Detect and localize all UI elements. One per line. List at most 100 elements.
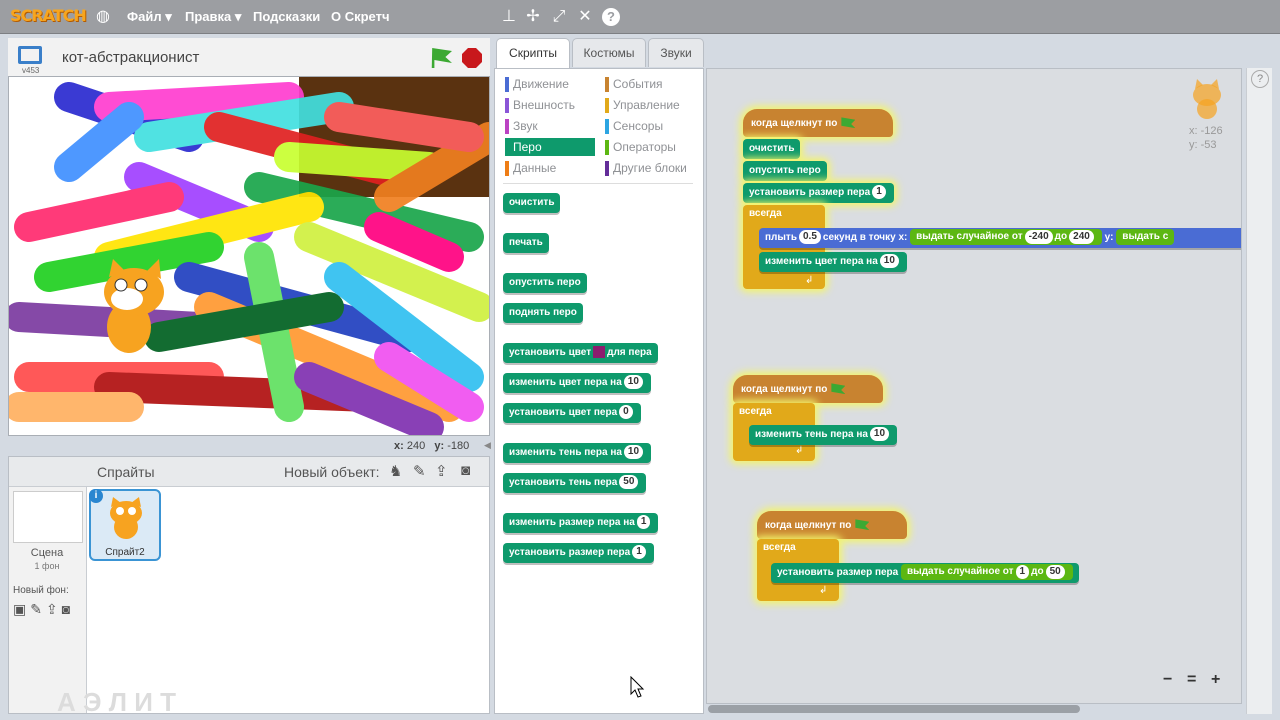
new-object-label: Новый объект:	[284, 464, 380, 480]
shrink-icon[interactable]: ✕	[576, 8, 594, 26]
stage-canvas[interactable]	[8, 76, 490, 436]
scene-thumbnail[interactable]	[13, 491, 83, 543]
block-set-pen-color-to[interactable]: установить цвет пера 0	[503, 403, 641, 423]
menu-about[interactable]: О Скретч	[331, 9, 390, 24]
sprite-x: x: -126	[1189, 125, 1223, 137]
tab-scripts[interactable]: Скрипты	[496, 38, 570, 69]
divider	[503, 183, 693, 184]
category-operators[interactable]: Операторы	[605, 138, 700, 156]
version-label: v453	[22, 66, 40, 75]
scene-label: Сцена	[30, 547, 64, 559]
category-sensing[interactable]: Сенсоры	[605, 117, 700, 135]
scroll-thumb[interactable]	[708, 705, 1080, 713]
when-flag-clicked-hat[interactable]: когда щелкнут по	[743, 109, 893, 137]
block-stamp[interactable]: печать	[503, 233, 549, 253]
tab-costumes[interactable]: Костюмы	[572, 38, 646, 67]
when-flag-clicked-hat-2[interactable]: когда щелкнут по	[733, 375, 883, 403]
menu-bar: SCRATCH ◍ Файл ▾ Правка ▾ Подсказки О Ск…	[0, 0, 1280, 34]
block-change-pen-color[interactable]: изменить цвет пера на 10	[759, 252, 907, 272]
category-looks[interactable]: Внешность	[505, 96, 595, 114]
green-flag-icon	[831, 383, 846, 395]
block-set-pen-size[interactable]: установить размер пера 1	[503, 543, 654, 563]
loop-arrow-icon: ↲	[795, 445, 804, 456]
loop-arrow-icon: ↲	[819, 585, 828, 596]
green-flag-icon[interactable]	[431, 48, 452, 68]
green-flag-icon	[841, 117, 856, 129]
zoom-reset-icon[interactable]: =	[1187, 671, 1196, 689]
stop-icon[interactable]	[462, 48, 482, 68]
stamp-icon[interactable]: ⊥	[500, 8, 518, 26]
scene-column: Сцена 1 фон Новый фон: ▣✎⇪◙ А Э Л И Т	[9, 487, 176, 717]
loop-arrow-icon: ↲	[805, 275, 814, 286]
collapse-stage-icon[interactable]: ◀	[484, 440, 492, 452]
sprites-title: Спрайты	[97, 464, 155, 480]
horizontal-scrollbar[interactable]	[706, 704, 1242, 714]
sprite-panel: Спрайты Новый объект: ♞ ✎ ⇪ ◙ Сцена 1 фо…	[8, 456, 490, 717]
cat-thumbnail	[110, 497, 142, 539]
category-more-blocks[interactable]: Другие блоки	[605, 159, 700, 177]
sprite-name: Спрайт2	[105, 547, 145, 558]
tab-sounds[interactable]: Звуки	[648, 38, 704, 67]
script-area[interactable]: x: -126 y: -53 когда щелкнут по очистить…	[706, 68, 1242, 704]
mouse-cursor-icon	[630, 676, 645, 698]
project-title[interactable]: кот-абстракционист	[62, 49, 199, 66]
sprite-panel-header: Спрайты Новый объект: ♞ ✎ ⇪ ◙	[9, 457, 489, 487]
new-bg-label: Новый фон:	[13, 585, 69, 596]
menu-tips[interactable]: Подсказки	[253, 9, 320, 24]
category-data[interactable]: Данные	[505, 159, 595, 177]
block-pen-up[interactable]: поднять перо	[503, 303, 583, 323]
block-clear[interactable]: очистить	[743, 139, 801, 159]
category-events[interactable]: События	[605, 75, 700, 93]
block-change-pen-shade[interactable]: изменить тень пера на 10	[503, 443, 652, 463]
cut-icon[interactable]: ✢	[524, 8, 542, 26]
stage-header: v453 кот-абстракционист	[8, 38, 490, 76]
scene-bg-count: 1 фон	[34, 561, 60, 571]
globe-icon[interactable]: ◍	[94, 8, 112, 26]
grow-icon[interactable]: ⤢	[550, 8, 568, 26]
category-motion[interactable]: Движение	[505, 75, 595, 93]
zoom-in-icon[interactable]: +	[1211, 671, 1220, 689]
help-icon[interactable]: ?	[602, 8, 620, 26]
zoom-out-icon[interactable]: −	[1163, 671, 1172, 689]
when-flag-clicked-hat-3[interactable]: когда щелкнут по	[757, 511, 907, 539]
tips-help-icon[interactable]: ?	[1251, 70, 1269, 88]
category-pen[interactable]: Перо	[505, 138, 595, 156]
category-sound[interactable]: Звук	[505, 117, 595, 135]
forever-label: всегда	[739, 406, 772, 417]
sprite-library-icon[interactable]: ♞	[389, 462, 402, 480]
menu-file[interactable]: Файл ▾	[127, 9, 172, 25]
sprite-preview	[1193, 79, 1221, 119]
camera-icon[interactable]: ◙	[461, 462, 470, 479]
block-change-pen-size[interactable]: изменить размер пера на 1	[503, 513, 659, 533]
watermark: А Э Л И Т	[57, 687, 176, 717]
block-set-pen-color[interactable]: установить цвет для пера	[503, 343, 658, 363]
block-change-pen-shade[interactable]: изменить тень пера на 10	[749, 425, 898, 445]
sprite-tile[interactable]: i Спрайт2	[89, 489, 161, 561]
tips-sidebar: ?	[1246, 68, 1272, 714]
block-pen-down[interactable]: опустить перо	[743, 161, 827, 181]
scratch-logo[interactable]: SCRATCH	[10, 6, 87, 25]
category-control[interactable]: Управление	[605, 96, 700, 114]
random-operator: выдать случайное от -240 до 240	[910, 229, 1102, 246]
upload-icon[interactable]: ⇪	[435, 462, 448, 480]
pen-drawing	[9, 77, 489, 435]
block-glide[interactable]: плыть 0.5 секунд в точку x: выдать случайн…	[759, 228, 1241, 248]
block-pen-down[interactable]: опустить перо	[503, 273, 587, 293]
block-clear[interactable]: очистить	[503, 193, 561, 213]
block-set-pen-size[interactable]: установить размер пера выдать случайное …	[771, 563, 1079, 583]
new-bg-icons[interactable]: ▣✎⇪◙	[13, 601, 74, 618]
random-operator-2: выдать с	[1116, 229, 1175, 246]
forever-label: всегда	[749, 208, 782, 219]
info-icon[interactable]: i	[89, 489, 103, 503]
random-operator: выдать случайное от 1 до 50	[901, 564, 1073, 581]
block-set-pen-shade[interactable]: установить тень пера 50	[503, 473, 647, 493]
color-swatch[interactable]	[593, 346, 606, 359]
block-set-pen-size[interactable]: установить размер пера 1	[743, 183, 894, 203]
forever-label: всегда	[763, 542, 796, 553]
mouse-coords: x: 240 y: -180	[394, 440, 470, 452]
fullscreen-icon[interactable]	[18, 46, 42, 64]
menu-edit[interactable]: Правка ▾	[185, 9, 241, 25]
sprite-y: y: -53	[1189, 139, 1217, 151]
block-change-pen-color[interactable]: изменить цвет пера на 10	[503, 373, 651, 393]
paint-brush-icon[interactable]: ✎	[413, 462, 426, 480]
